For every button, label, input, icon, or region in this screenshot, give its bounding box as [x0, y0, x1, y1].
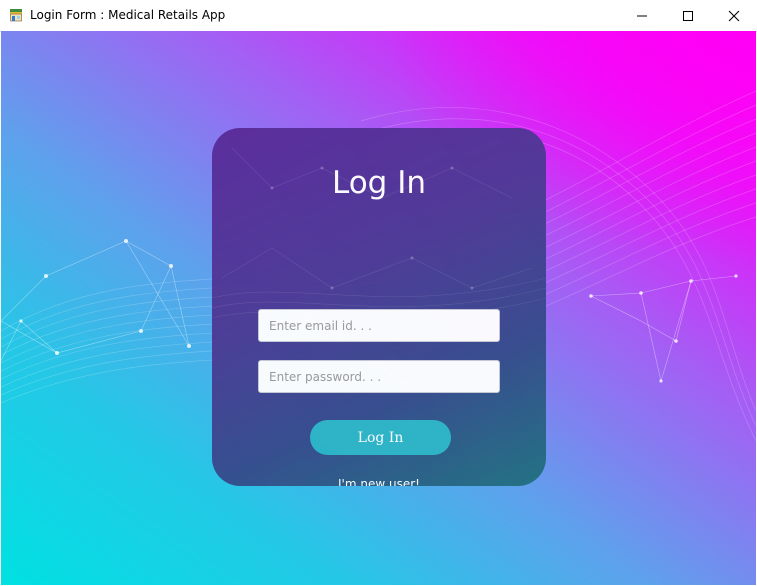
login-card: Log In Log In I'm new user!	[212, 128, 546, 486]
close-button[interactable]	[711, 0, 757, 31]
new-user-link[interactable]: I'm new user!	[212, 477, 546, 486]
store-icon	[10, 9, 22, 22]
maximize-icon	[683, 11, 693, 21]
email-input[interactable]	[258, 309, 500, 342]
close-icon	[728, 10, 740, 22]
login-background: Log In Log In I'm new user!	[1, 31, 756, 585]
minimize-icon	[637, 15, 647, 17]
password-input[interactable]	[258, 360, 500, 393]
window-title: Login Form : Medical Retails App	[30, 8, 226, 22]
title-bar[interactable]: Login Form : Medical Retails App	[0, 0, 757, 32]
maximize-button[interactable]	[665, 0, 711, 31]
app-window: Login Form : Medical Retails App Log In …	[0, 0, 757, 586]
login-heading: Log In	[331, 165, 426, 201]
login-button[interactable]: Log In	[310, 420, 451, 455]
minimize-button[interactable]	[619, 0, 665, 31]
